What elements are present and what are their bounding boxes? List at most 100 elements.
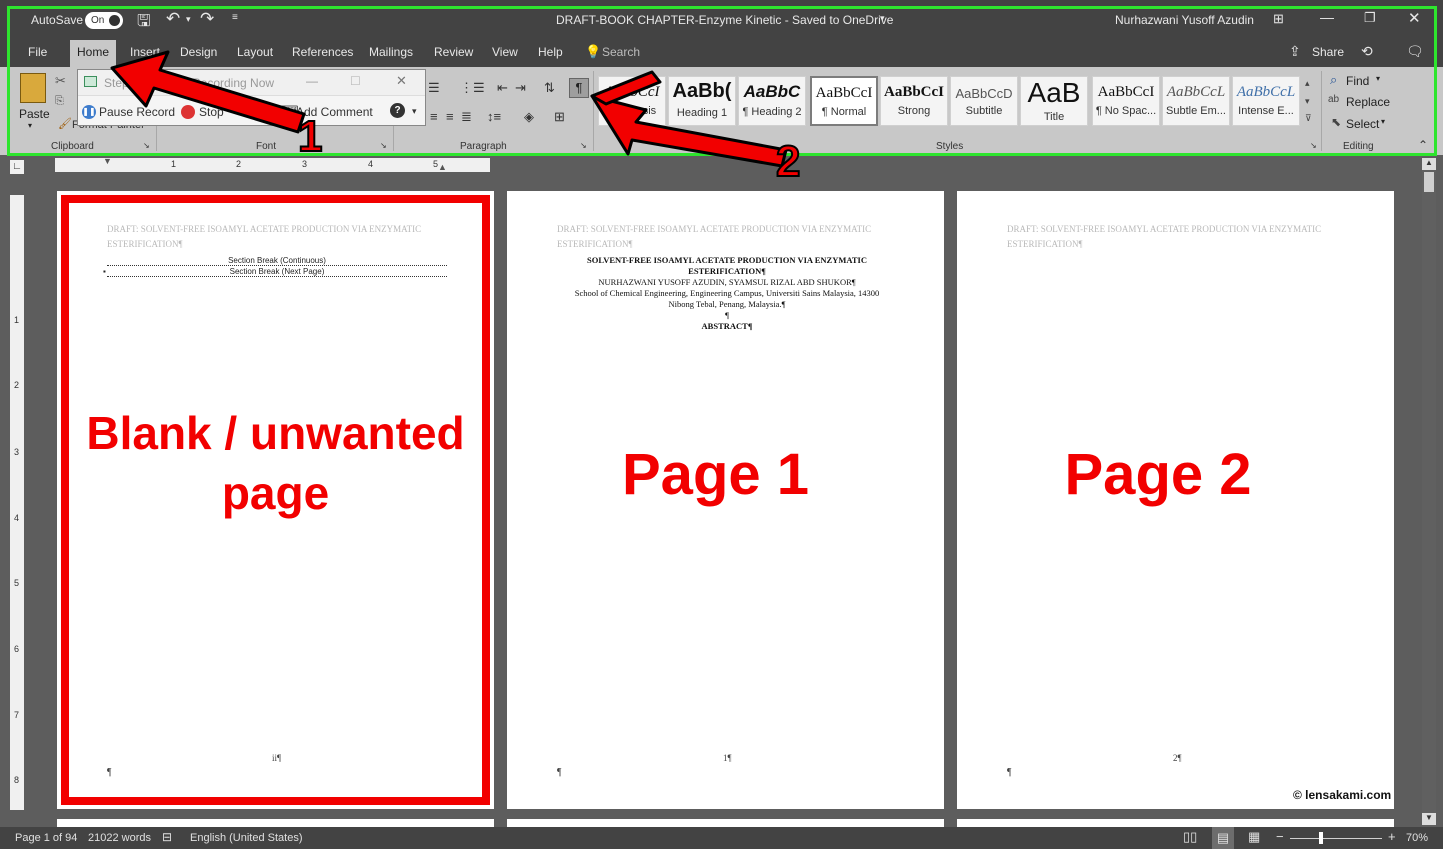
clipboard-launcher-icon[interactable]: ↘ bbox=[143, 141, 150, 150]
increase-indent-icon[interactable]: ⇥ bbox=[515, 80, 526, 96]
recorder-minimize-icon[interactable]: — bbox=[306, 74, 318, 88]
find-button[interactable]: Find bbox=[1346, 74, 1369, 88]
tab-home[interactable]: Home bbox=[70, 40, 117, 67]
autosave-toggle[interactable]: On bbox=[85, 12, 123, 29]
style-emphasis[interactable]: AaBbCcI Emphasis bbox=[598, 76, 666, 126]
zoom-level[interactable]: 70% bbox=[1406, 832, 1428, 844]
share-button[interactable]: Share bbox=[1312, 45, 1344, 59]
history-icon[interactable]: ⟲ bbox=[1361, 43, 1373, 60]
print-layout-icon[interactable]: ▤ bbox=[1212, 827, 1234, 849]
right-indent-marker-icon[interactable]: ▲ bbox=[438, 162, 447, 172]
styles-scroll-down-icon[interactable]: ▾ bbox=[1305, 96, 1310, 107]
vertical-ruler[interactable]: 1 2 3 4 5 6 7 8 bbox=[10, 195, 24, 810]
style-normal[interactable]: AaBbCcI ¶ Normal bbox=[810, 76, 878, 126]
title-dropdown-icon[interactable]: ▾ bbox=[880, 13, 885, 24]
shading-icon[interactable]: ◈ bbox=[524, 109, 534, 125]
pause-record-button[interactable]: Pause Record bbox=[99, 105, 175, 119]
language[interactable]: English (United States) bbox=[190, 832, 303, 844]
help-dropdown-icon[interactable]: ▾ bbox=[412, 106, 417, 117]
tab-selector[interactable]: ∟ bbox=[10, 160, 24, 174]
redo-icon[interactable]: ↷ bbox=[200, 9, 214, 29]
format-painter-icon[interactable]: 🖌 bbox=[58, 117, 72, 130]
share-icon[interactable]: ⇪ bbox=[1289, 43, 1301, 60]
web-layout-icon[interactable]: ▦ bbox=[1248, 829, 1260, 845]
style-intense-emphasis[interactable]: AaBbCcL Intense E... bbox=[1232, 76, 1300, 126]
style-subtitle[interactable]: AaBbCcD Subtitle bbox=[950, 76, 1018, 126]
collapse-ribbon-icon[interactable]: ⌃ bbox=[1418, 138, 1428, 152]
paragraph-launcher-icon[interactable]: ↘ bbox=[580, 141, 587, 150]
first-line-indent-marker-icon[interactable]: ▼ bbox=[103, 156, 112, 166]
recorder-close-icon[interactable]: ✕ bbox=[396, 73, 407, 89]
help-icon[interactable]: ? bbox=[390, 103, 405, 118]
undo-icon[interactable]: ↶ bbox=[166, 9, 180, 29]
zoom-out-icon[interactable]: − bbox=[1276, 829, 1284, 844]
document-page-2[interactable]: DRAFT: SOLVENT-FREE ISOAMYL ACETATE PROD… bbox=[957, 191, 1394, 809]
tab-layout[interactable]: Layout bbox=[237, 45, 273, 59]
tab-file[interactable]: File bbox=[28, 45, 47, 59]
ribbon-display-icon[interactable]: ⊞ bbox=[1273, 11, 1284, 27]
vertical-scrollbar[interactable]: ▲ ▼ bbox=[1422, 158, 1436, 827]
pause-icon[interactable]: ❚❚ bbox=[82, 105, 96, 119]
tab-references[interactable]: References bbox=[292, 45, 353, 59]
cut-icon[interactable]: ✂ bbox=[55, 73, 66, 89]
word-count[interactable]: 21022 words bbox=[88, 832, 151, 844]
scroll-thumb[interactable] bbox=[1424, 172, 1434, 192]
zoom-slider[interactable] bbox=[1290, 838, 1382, 839]
tab-help[interactable]: Help bbox=[538, 45, 563, 59]
customize-qat-icon[interactable]: ≡ bbox=[232, 12, 238, 23]
stop-icon[interactable] bbox=[181, 105, 195, 119]
decrease-indent-icon[interactable]: ⇤ bbox=[497, 80, 508, 96]
proofing-icon[interactable]: ⊟ bbox=[162, 830, 172, 844]
horizontal-ruler[interactable]: 1 2 3 4 5 ▼ ▲ bbox=[55, 156, 490, 172]
show-hide-formatting-button[interactable]: ¶ bbox=[569, 78, 589, 98]
replace-icon[interactable]: ab bbox=[1328, 94, 1339, 105]
tab-view[interactable]: View bbox=[492, 45, 518, 59]
tab-design[interactable]: Design bbox=[180, 45, 217, 59]
tab-insert[interactable]: Insert bbox=[130, 45, 160, 59]
recorder-maximize-icon[interactable]: ☐ bbox=[350, 74, 361, 88]
select-icon[interactable]: ⬉ bbox=[1331, 115, 1341, 129]
tab-mailings[interactable]: Mailings bbox=[369, 45, 413, 59]
find-dropdown-icon[interactable]: ▾ bbox=[1376, 74, 1380, 83]
user-name[interactable]: Nurhazwani Yusoff Azudin bbox=[1115, 13, 1254, 27]
find-icon[interactable]: ⌕ bbox=[1330, 72, 1337, 88]
stop-record-button[interactable]: Stop bbox=[199, 105, 224, 119]
search-box[interactable]: Search bbox=[602, 45, 640, 59]
style-heading-2[interactable]: AaBbC ¶ Heading 2 bbox=[738, 76, 806, 126]
line-spacing-icon[interactable]: ↕≡ bbox=[487, 109, 501, 124]
zoom-in-icon[interactable]: + bbox=[1388, 829, 1396, 844]
sort-icon[interactable]: ⇅ bbox=[544, 80, 555, 96]
scroll-down-icon[interactable]: ▼ bbox=[1422, 813, 1436, 825]
style-no-spacing[interactable]: AaBbCcI ¶ No Spac... bbox=[1092, 76, 1160, 126]
styles-launcher-icon[interactable]: ↘ bbox=[1310, 141, 1317, 150]
paste-dropdown-icon[interactable]: ▾ bbox=[28, 121, 32, 130]
select-dropdown-icon[interactable]: ▾ bbox=[1381, 117, 1385, 126]
select-button[interactable]: Select bbox=[1346, 117, 1379, 131]
multilevel-list-icon[interactable]: ⋮☰ bbox=[460, 80, 485, 96]
undo-dropdown-icon[interactable]: ▾ bbox=[186, 14, 191, 25]
align-right-icon[interactable]: ≡ bbox=[446, 109, 454, 124]
tab-review[interactable]: Review bbox=[434, 45, 473, 59]
read-mode-icon[interactable]: ▯▯ bbox=[1183, 829, 1197, 845]
save-icon[interactable]: 🖫 bbox=[137, 10, 151, 37]
align-center-icon[interactable]: ≡ bbox=[430, 109, 438, 124]
style-subtle-emphasis[interactable]: AaBbCcL Subtle Em... bbox=[1162, 76, 1230, 126]
copy-icon[interactable]: ⎘ bbox=[55, 95, 64, 108]
close-icon[interactable]: ✕ bbox=[1408, 9, 1421, 27]
paste-icon[interactable] bbox=[20, 73, 46, 103]
justify-icon[interactable]: ≣ bbox=[461, 109, 472, 125]
font-launcher-icon[interactable]: ↘ bbox=[380, 141, 387, 150]
replace-button[interactable]: Replace bbox=[1346, 95, 1390, 109]
styles-more-icon[interactable]: ⊽ bbox=[1305, 113, 1312, 124]
style-title[interactable]: AaB Title bbox=[1020, 76, 1088, 126]
document-page-1[interactable]: DRAFT: SOLVENT-FREE ISOAMYL ACETATE PROD… bbox=[507, 191, 944, 809]
add-comment-button[interactable]: Add Comment bbox=[296, 105, 373, 119]
page-count[interactable]: Page 1 of 94 bbox=[15, 832, 77, 844]
styles-scroll-up-icon[interactable]: ▴ bbox=[1305, 78, 1310, 89]
minimize-icon[interactable]: — bbox=[1320, 9, 1334, 25]
scroll-up-icon[interactable]: ▲ bbox=[1422, 158, 1436, 170]
bullets-icon[interactable]: ☰ bbox=[428, 80, 440, 96]
document-page-blank[interactable]: DRAFT: SOLVENT-FREE ISOAMYL ACETATE PROD… bbox=[57, 191, 494, 809]
zoom-slider-thumb[interactable] bbox=[1319, 832, 1323, 844]
style-strong[interactable]: AaBbCcI Strong bbox=[880, 76, 948, 126]
